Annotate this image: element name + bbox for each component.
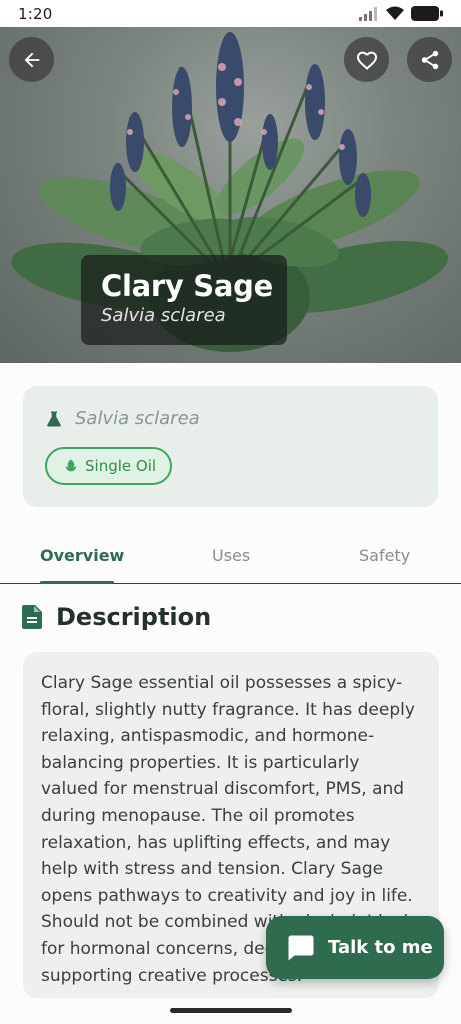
hero-image: Clary Sage Salvia sclarea bbox=[0, 27, 461, 363]
status-icons bbox=[359, 6, 443, 21]
home-indicator[interactable] bbox=[170, 1008, 292, 1013]
oil-type-chip[interactable]: Single Oil bbox=[45, 447, 173, 485]
wifi-icon bbox=[386, 6, 404, 20]
hero-title-box: Clary Sage Salvia sclarea bbox=[81, 255, 287, 345]
talk-to-me-label: Talk to me bbox=[328, 937, 433, 958]
battery-icon bbox=[411, 6, 443, 21]
tab-safety[interactable]: Safety bbox=[359, 546, 410, 565]
tab-uses[interactable]: Uses bbox=[212, 546, 250, 565]
tab-overview[interactable]: Overview bbox=[40, 546, 124, 565]
document-icon bbox=[22, 605, 42, 629]
signal-icon bbox=[359, 6, 377, 21]
status-bar: 1:20 bbox=[0, 0, 461, 27]
description-title: Description bbox=[56, 603, 212, 631]
status-time: 1:20 bbox=[18, 4, 53, 23]
leaf-icon bbox=[65, 459, 77, 473]
info-card: Salvia sclarea Single Oil bbox=[23, 386, 438, 507]
active-tab-indicator bbox=[40, 581, 114, 584]
chip-label: Single Oil bbox=[85, 457, 157, 475]
favorite-button[interactable] bbox=[344, 37, 389, 82]
arrow-left-icon bbox=[24, 52, 39, 67]
latin-name-row: Salvia sclarea bbox=[45, 408, 200, 429]
share-button[interactable] bbox=[407, 37, 452, 82]
heart-icon bbox=[356, 51, 377, 70]
tab-bar: Overview Uses Safety bbox=[0, 530, 461, 584]
talk-to-me-button[interactable]: Talk to me bbox=[266, 916, 444, 979]
oil-name: Clary Sage bbox=[101, 269, 273, 303]
share-icon bbox=[421, 50, 438, 69]
info-latin-name: Salvia sclarea bbox=[75, 408, 200, 429]
description-header: Description bbox=[22, 603, 211, 631]
chat-bubble-icon bbox=[288, 935, 314, 960]
back-button[interactable] bbox=[9, 37, 54, 82]
oil-latin-name: Salvia sclarea bbox=[101, 305, 226, 326]
flask-icon bbox=[47, 411, 61, 426]
